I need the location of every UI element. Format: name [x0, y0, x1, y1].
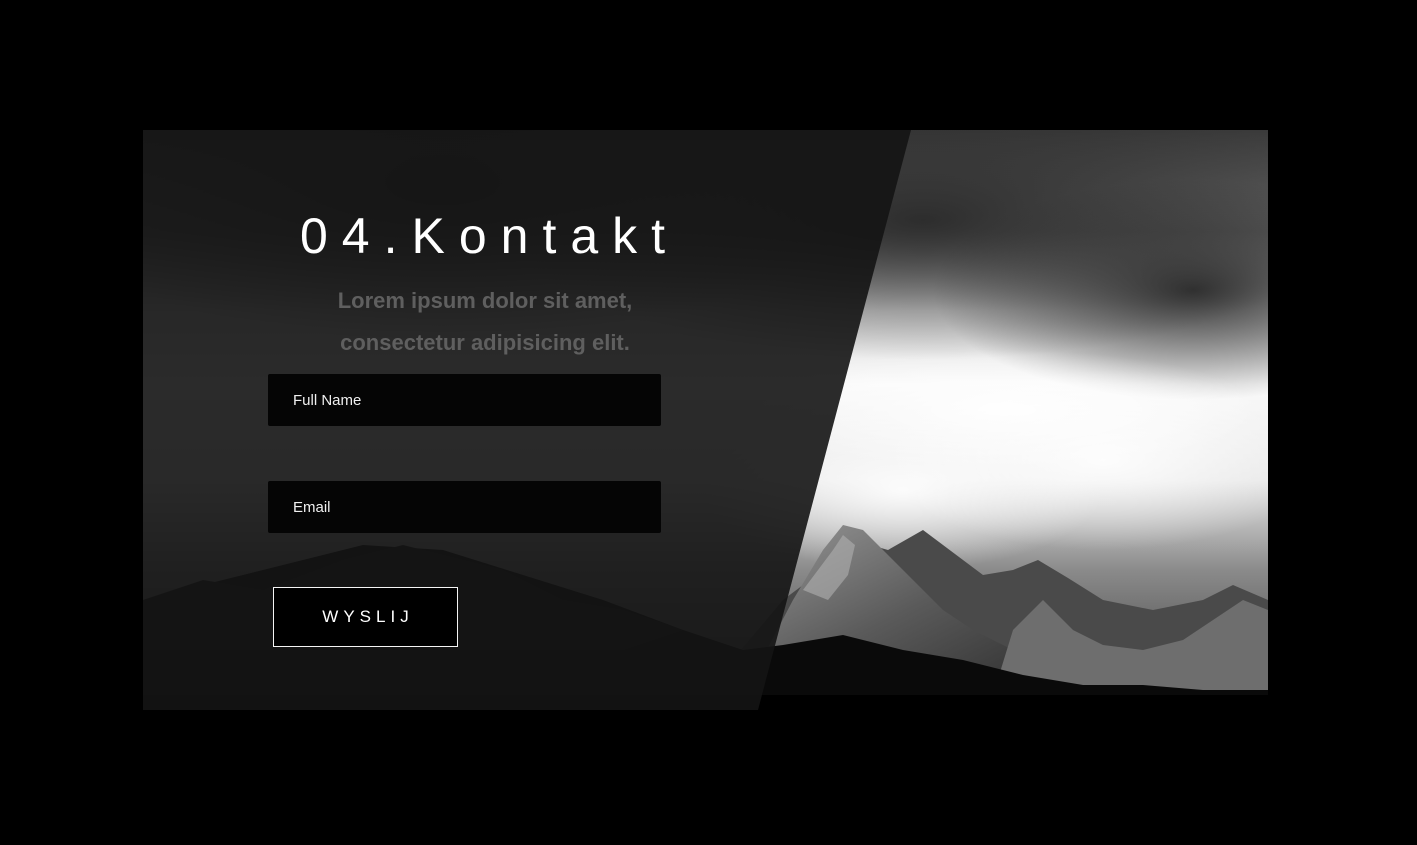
subtitle-line-2: consectetur adipisicing elit.	[340, 330, 630, 355]
subtitle-line-1: Lorem ipsum dolor sit amet,	[337, 288, 633, 313]
email-input[interactable]	[268, 481, 661, 533]
page-title: 04.Kontakt	[300, 208, 680, 264]
section-subtitle: Lorem ipsum dolor sit amet, consectetur …	[285, 280, 685, 364]
page: 04.Kontakt Lorem ipsum dolor sit amet, c…	[0, 0, 1417, 845]
full-name-input[interactable]	[268, 374, 661, 426]
contact-card: 04.Kontakt Lorem ipsum dolor sit amet, c…	[143, 130, 1268, 710]
send-button[interactable]: WYSLIJ	[273, 587, 458, 647]
